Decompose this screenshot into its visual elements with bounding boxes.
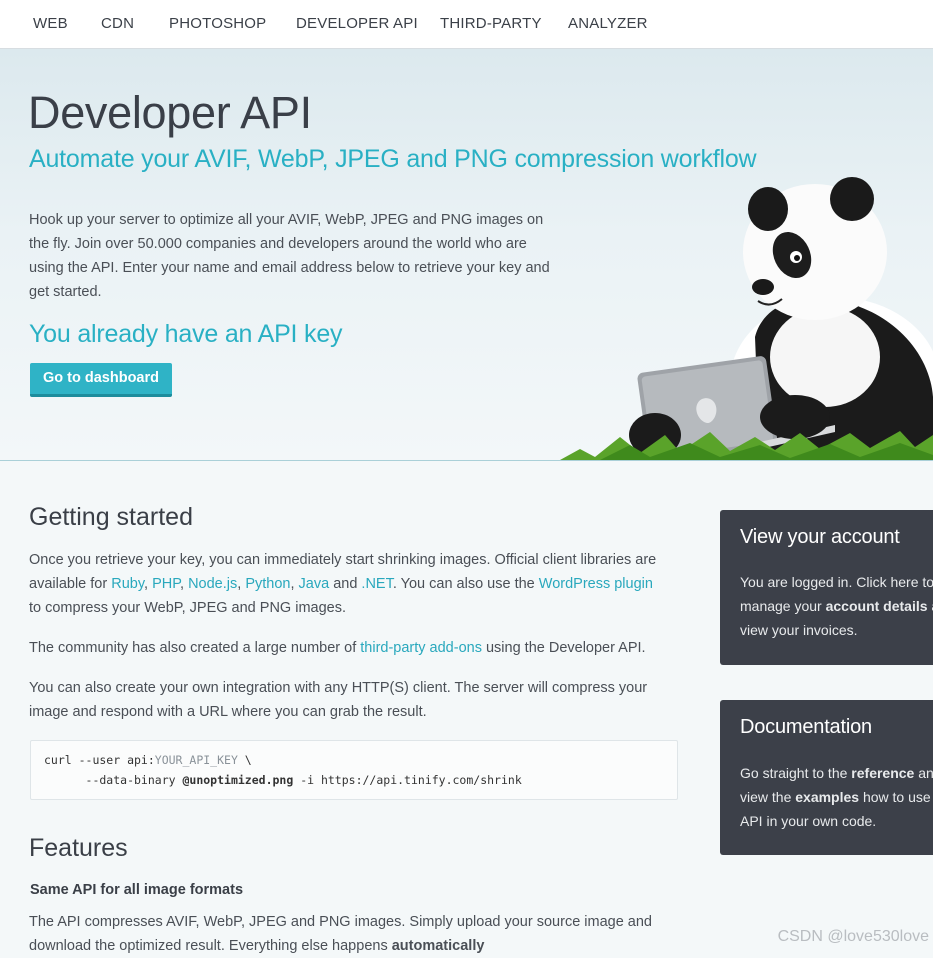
getting-started-heading: Getting started	[29, 503, 193, 531]
hero-section: Developer API Automate your AVIF, WebP, …	[0, 49, 933, 461]
account-details-link[interactable]: account details	[826, 598, 928, 614]
getting-started-paragraph-3: You can also create your own integration…	[29, 680, 648, 720]
documentation-title: Documentation	[740, 716, 872, 738]
java-link[interactable]: Java	[299, 576, 330, 592]
third-party-addons-link[interactable]: third-party add-ons	[360, 640, 482, 656]
reference-link[interactable]: reference	[851, 765, 914, 781]
nav-item-third-party[interactable]: THIRD-PARTY	[440, 0, 542, 48]
documentation-card[interactable]: Documentation Go straight to the referen…	[720, 700, 933, 855]
nav-item-web[interactable]: WEB	[33, 0, 68, 48]
page-title: Developer API	[28, 87, 312, 138]
go-to-dashboard-button[interactable]: Go to dashboard	[30, 363, 172, 397]
view-account-text: You are logged in. Click here to manage …	[740, 574, 933, 638]
panda-laptop-illustration	[560, 177, 933, 460]
features-heading: Features	[29, 834, 128, 862]
hero-description: Hook up your server to optimize all your…	[29, 212, 550, 300]
ruby-link[interactable]: Ruby	[111, 576, 144, 592]
features-subheading: Same API for all image formats	[30, 882, 244, 898]
view-account-title: View your account	[740, 526, 900, 548]
python-link[interactable]: Python	[245, 576, 290, 592]
nav-item-photoshop[interactable]: PHOTOSHOP	[169, 0, 266, 48]
code-line-1: curl --user api:YOUR_API_KEY \	[44, 753, 252, 767]
wordpress-plugin-link[interactable]: WordPress plugin	[539, 576, 653, 592]
nodejs-link[interactable]: Node.js	[188, 576, 237, 592]
getting-started-paragraph-1: Once you retrieve your key, you can imme…	[29, 552, 657, 616]
getting-started-paragraph-2: The community has also created a large n…	[29, 640, 646, 656]
php-link[interactable]: PHP	[152, 576, 180, 592]
nav-item-analyzer[interactable]: ANALYZER	[568, 0, 648, 48]
dotnet-link[interactable]: .NET	[361, 576, 392, 592]
nav-item-cdn[interactable]: CDN	[101, 0, 134, 48]
code-line-2: --data-binary @unoptimized.png -i https:…	[44, 773, 522, 787]
csdn-watermark: CSDN @love530love	[777, 928, 929, 945]
top-nav: WEB CDN PHOTOSHOP DEVELOPER API THIRD-PA…	[0, 0, 933, 49]
documentation-text: Go straight to the reference and view th…	[740, 765, 933, 829]
curl-code-block[interactable]: curl --user api:YOUR_API_KEY \ --data-bi…	[30, 740, 678, 800]
api-key-heading: You already have an API key	[29, 320, 343, 348]
examples-link[interactable]: examples	[795, 789, 859, 805]
view-account-card[interactable]: View your account You are logged in. Cli…	[720, 510, 933, 665]
nav-item-developer-api[interactable]: DEVELOPER API	[296, 0, 418, 48]
features-paragraph: The API compresses AVIF, WebP, JPEG and …	[29, 914, 652, 954]
